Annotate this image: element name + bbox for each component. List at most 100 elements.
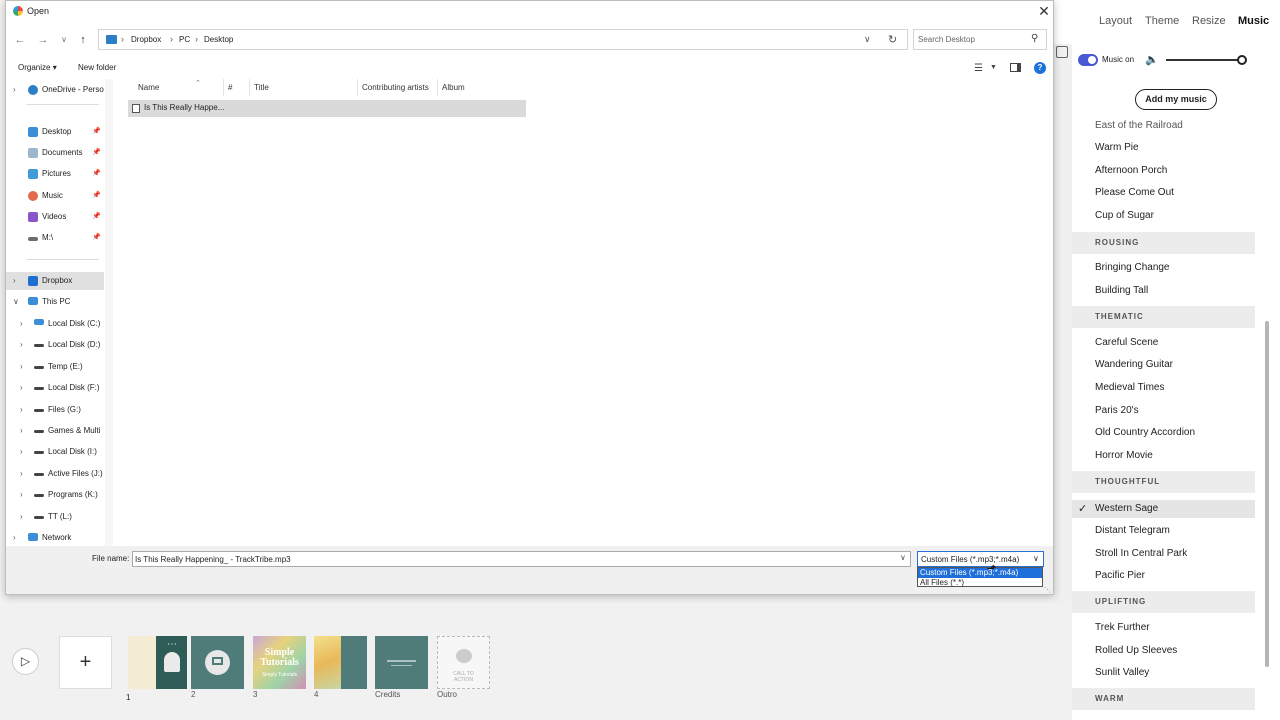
nav-item-videos[interactable]: Videos 📌 xyxy=(6,208,104,226)
nav-item-m-drive[interactable]: M:\ 📌 xyxy=(6,229,104,247)
search-field[interactable]: ⚲ xyxy=(913,29,1047,50)
chevron-right-icon[interactable]: › xyxy=(20,340,23,349)
file-row[interactable]: Is This Really Happe... xyxy=(128,100,526,117)
slide-thumbnail-2[interactable] xyxy=(191,636,244,689)
organize-menu[interactable]: Organize ▾ xyxy=(18,63,57,72)
music-toggle[interactable] xyxy=(1078,54,1098,66)
view-list-icon[interactable]: ☰ xyxy=(974,63,983,74)
forward-arrow-icon[interactable]: → xyxy=(36,33,50,47)
chevron-right-icon[interactable]: › xyxy=(20,362,23,371)
column-header-name[interactable]: ⌃ Name xyxy=(134,79,224,96)
track-item[interactable]: Horror Movie xyxy=(1072,447,1255,465)
new-folder-button[interactable]: New folder xyxy=(78,63,116,72)
up-arrow-icon[interactable]: ↑ xyxy=(76,33,90,47)
nav-item-drive-f[interactable]: › Local Disk (F:) xyxy=(6,379,104,397)
column-header-artists[interactable]: Contributing artists xyxy=(358,79,438,96)
chevron-down-icon[interactable]: ▼ xyxy=(990,64,997,71)
slide-thumbnail-credits[interactable] xyxy=(375,636,428,689)
resize-grip-icon[interactable]: ⋱ xyxy=(1044,586,1051,594)
track-item[interactable]: Building Tall xyxy=(1072,282,1255,300)
nav-item-drive-i[interactable]: › Local Disk (I:) xyxy=(6,443,104,461)
slide-thumbnail-1[interactable]: ⋯ xyxy=(128,636,187,689)
chevron-right-icon[interactable]: › xyxy=(13,85,16,94)
search-input[interactable] xyxy=(918,33,1026,46)
chevron-down-icon[interactable]: ∨ xyxy=(900,553,906,562)
track-item[interactable]: Cup of Sugar xyxy=(1072,207,1255,225)
nav-item-drive-l[interactable]: › TT (L:) xyxy=(6,508,104,526)
tab-layout[interactable]: Layout xyxy=(1099,15,1132,27)
chevron-right-icon[interactable]: › xyxy=(20,319,23,328)
chevron-down-icon[interactable]: ∨ xyxy=(864,34,871,45)
chevron-right-icon[interactable]: › xyxy=(20,405,23,414)
chevron-down-icon[interactable]: ∨ xyxy=(13,297,19,306)
help-icon[interactable]: ? xyxy=(1034,62,1046,74)
chevron-right-icon[interactable]: › xyxy=(13,533,16,542)
file-name-input[interactable] xyxy=(135,553,895,565)
add-slide-button[interactable]: + xyxy=(59,636,112,689)
address-bar[interactable]: › Dropbox › PC › Desktop ∨ ↻ xyxy=(98,29,908,50)
breadcrumb-desktop[interactable]: Desktop xyxy=(204,35,233,44)
nav-item-documents[interactable]: Documents 📌 xyxy=(6,144,104,162)
tab-resize[interactable]: Resize xyxy=(1192,15,1226,27)
volume-slider-knob[interactable] xyxy=(1237,55,1247,65)
column-header-title[interactable]: Title xyxy=(250,79,358,96)
nav-item-drive-h[interactable]: › Games & Multi xyxy=(6,422,104,440)
track-item[interactable]: Medieval Times xyxy=(1072,379,1255,397)
track-item[interactable]: Please Come Out xyxy=(1072,184,1255,202)
breadcrumb-pc[interactable]: PC xyxy=(179,35,190,44)
track-item[interactable]: Paris 20's xyxy=(1072,402,1255,420)
chevron-right-icon[interactable]: › xyxy=(20,512,23,521)
nav-item-onedrive[interactable]: › OneDrive - Perso xyxy=(6,81,104,99)
track-item-selected[interactable]: ✓ Western Sage xyxy=(1072,500,1255,518)
chevron-right-icon[interactable]: › xyxy=(20,426,23,435)
recent-locations-chevron-icon[interactable]: ∨ xyxy=(57,33,71,47)
more-options-icon[interactable]: ⋯ xyxy=(167,639,177,650)
volume-slider[interactable] xyxy=(1166,59,1246,61)
track-item[interactable]: East of the Railroad xyxy=(1072,117,1255,135)
track-item[interactable]: Wandering Guitar xyxy=(1072,356,1255,374)
nav-item-this-pc[interactable]: ∨ This PC xyxy=(6,293,104,311)
slide-thumbnail-outro[interactable]: CALL TO ACTION xyxy=(437,636,490,689)
chevron-right-icon[interactable]: › xyxy=(20,469,23,478)
file-type-option[interactable]: Custom Files (*.mp3;*.m4a) xyxy=(918,568,1042,578)
nav-item-drive-d[interactable]: › Local Disk (D:) xyxy=(6,336,104,354)
chevron-right-icon[interactable]: › xyxy=(20,383,23,392)
column-header-number[interactable]: # xyxy=(224,79,250,96)
play-button[interactable]: ▷ xyxy=(12,648,39,675)
chevron-right-icon[interactable]: › xyxy=(20,490,23,499)
track-item[interactable]: Rolled Up Sleeves xyxy=(1072,642,1255,660)
track-item[interactable]: Warm Pie xyxy=(1072,139,1255,157)
chevron-right-icon[interactable]: › xyxy=(20,447,23,456)
slide-thumbnail-3[interactable]: Simple Tutorials Simply Tutorials xyxy=(253,636,306,689)
nav-item-pictures[interactable]: Pictures 📌 xyxy=(6,165,104,183)
tab-music[interactable]: Music xyxy=(1238,15,1269,27)
track-item[interactable]: Old Country Accordion xyxy=(1072,424,1255,442)
track-item[interactable]: Afternoon Porch xyxy=(1072,162,1255,180)
track-item[interactable]: Sunlit Valley xyxy=(1072,664,1255,682)
refresh-icon[interactable]: ↻ xyxy=(888,33,897,46)
track-item[interactable]: Trek Further xyxy=(1072,619,1255,637)
track-item[interactable]: Stroll In Central Park xyxy=(1072,545,1255,563)
track-item[interactable]: Pacific Pier xyxy=(1072,567,1255,585)
file-name-field[interactable]: ∨ xyxy=(132,551,911,567)
breadcrumb-dropbox[interactable]: Dropbox xyxy=(131,35,161,44)
tab-theme[interactable]: Theme xyxy=(1145,15,1179,27)
nav-item-music[interactable]: Music 📌 xyxy=(6,187,104,205)
track-item[interactable]: Careful Scene xyxy=(1072,334,1255,352)
track-item[interactable]: Bringing Change xyxy=(1072,259,1255,277)
dialog-title-bar[interactable]: Open ✕ xyxy=(6,1,1053,21)
back-arrow-icon[interactable]: ← xyxy=(13,33,27,47)
nav-item-drive-k[interactable]: › Programs (K:) xyxy=(6,486,104,504)
add-my-music-button[interactable]: Add my music xyxy=(1135,89,1217,110)
nav-item-network[interactable]: › Network xyxy=(6,529,104,546)
chevron-right-icon[interactable]: › xyxy=(13,276,16,285)
slide-thumbnail-4[interactable] xyxy=(314,636,367,689)
nav-item-drive-j[interactable]: › Active Files (J:) xyxy=(6,465,104,483)
expand-icon[interactable] xyxy=(1056,46,1068,58)
preview-pane-icon[interactable] xyxy=(1010,63,1021,72)
column-header-album[interactable]: Album xyxy=(438,79,526,96)
nav-item-drive-c[interactable]: › Local Disk (C:) xyxy=(6,315,104,333)
volume-icon[interactable]: 🔈 xyxy=(1145,53,1159,66)
close-icon[interactable]: ✕ xyxy=(1036,3,1052,19)
music-list-scrollbar[interactable] xyxy=(1265,321,1269,667)
